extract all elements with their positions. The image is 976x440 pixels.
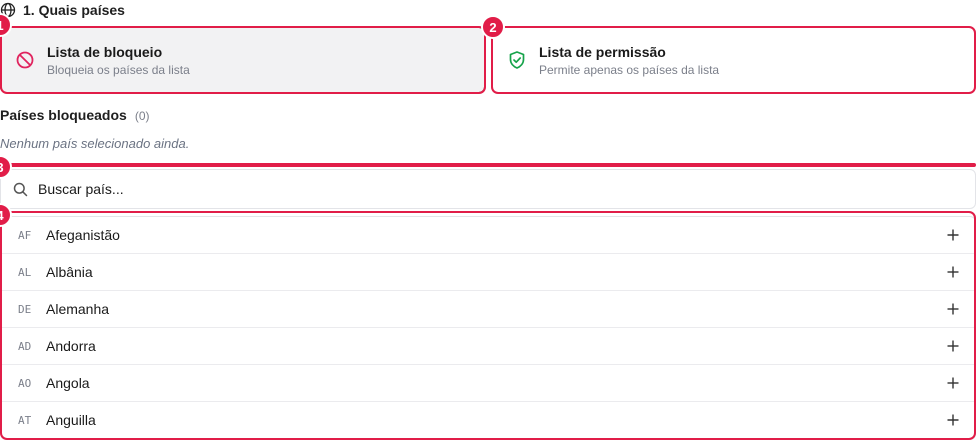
search-icon	[13, 182, 28, 197]
country-name: Albânia	[46, 264, 93, 280]
country-row-af[interactable]: AF Afeganistão	[1, 217, 975, 254]
country-search-box[interactable]	[0, 169, 976, 209]
country-code: AT	[18, 413, 32, 427]
allowlist-option-title: Lista de permissão	[539, 43, 666, 60]
shield-check-icon	[507, 50, 527, 70]
country-code: AD	[18, 339, 32, 353]
country-row-ad[interactable]: AD Andorra	[1, 328, 975, 365]
country-row-al[interactable]: AL Albânia	[1, 254, 975, 291]
country-list: AF Afeganistão AL Albânia DE Alemanha AD…	[0, 216, 976, 440]
country-code: DE	[18, 302, 32, 316]
plus-icon[interactable]	[947, 303, 959, 315]
blocklist-option-title: Lista de bloqueio	[47, 43, 163, 60]
section-header: 1. Quais países	[0, 0, 125, 20]
blocklist-option-card[interactable]: Lista de bloqueio Bloqueia os países da …	[0, 27, 485, 93]
plus-icon[interactable]	[947, 414, 959, 426]
country-name: Afeganistão	[46, 227, 120, 243]
blocked-countries-header: Países bloqueados (0)	[0, 107, 150, 123]
country-name: Alemanha	[46, 301, 110, 317]
country-code: AO	[18, 376, 32, 390]
plus-icon[interactable]	[947, 266, 959, 278]
country-code: AL	[18, 265, 32, 279]
blocklist-option-description: Bloqueia os países da lista	[47, 62, 190, 77]
marker-badge-2: 2	[481, 15, 505, 39]
country-filter-panel: 1. Quais países Lista de bloqueio Bloque…	[0, 0, 976, 440]
ban-icon	[15, 50, 35, 70]
country-name: Andorra	[46, 338, 96, 354]
plus-icon[interactable]	[947, 229, 959, 241]
plus-icon[interactable]	[947, 377, 959, 389]
country-row-ao[interactable]: AO Angola	[1, 365, 975, 402]
blocked-empty-state: Nenhum país selecionado ainda.	[0, 136, 190, 151]
country-name: Angola	[46, 375, 90, 391]
country-code: AF	[18, 228, 32, 242]
country-name: Anguilla	[46, 412, 96, 428]
country-search-input[interactable]	[38, 181, 938, 197]
blocklist-option-text: Lista de bloqueio Bloqueia os países da …	[47, 44, 190, 77]
blocked-countries-title: Países bloqueados	[0, 107, 127, 123]
country-row-at[interactable]: AT Anguilla	[1, 402, 975, 439]
blocked-countries-count: (0)	[134, 109, 150, 123]
allowlist-option-text: Lista de permissão Permite apenas os paí…	[539, 44, 719, 77]
highlight-outline-3	[0, 163, 976, 167]
allowlist-option-description: Permite apenas os países da lista	[539, 62, 720, 77]
section-title: 1. Quais países	[23, 2, 125, 18]
allowlist-option-card[interactable]: Lista de permissão Permite apenas os paí…	[492, 27, 976, 93]
plus-icon[interactable]	[947, 340, 959, 352]
country-row-de[interactable]: DE Alemanha	[1, 291, 975, 328]
